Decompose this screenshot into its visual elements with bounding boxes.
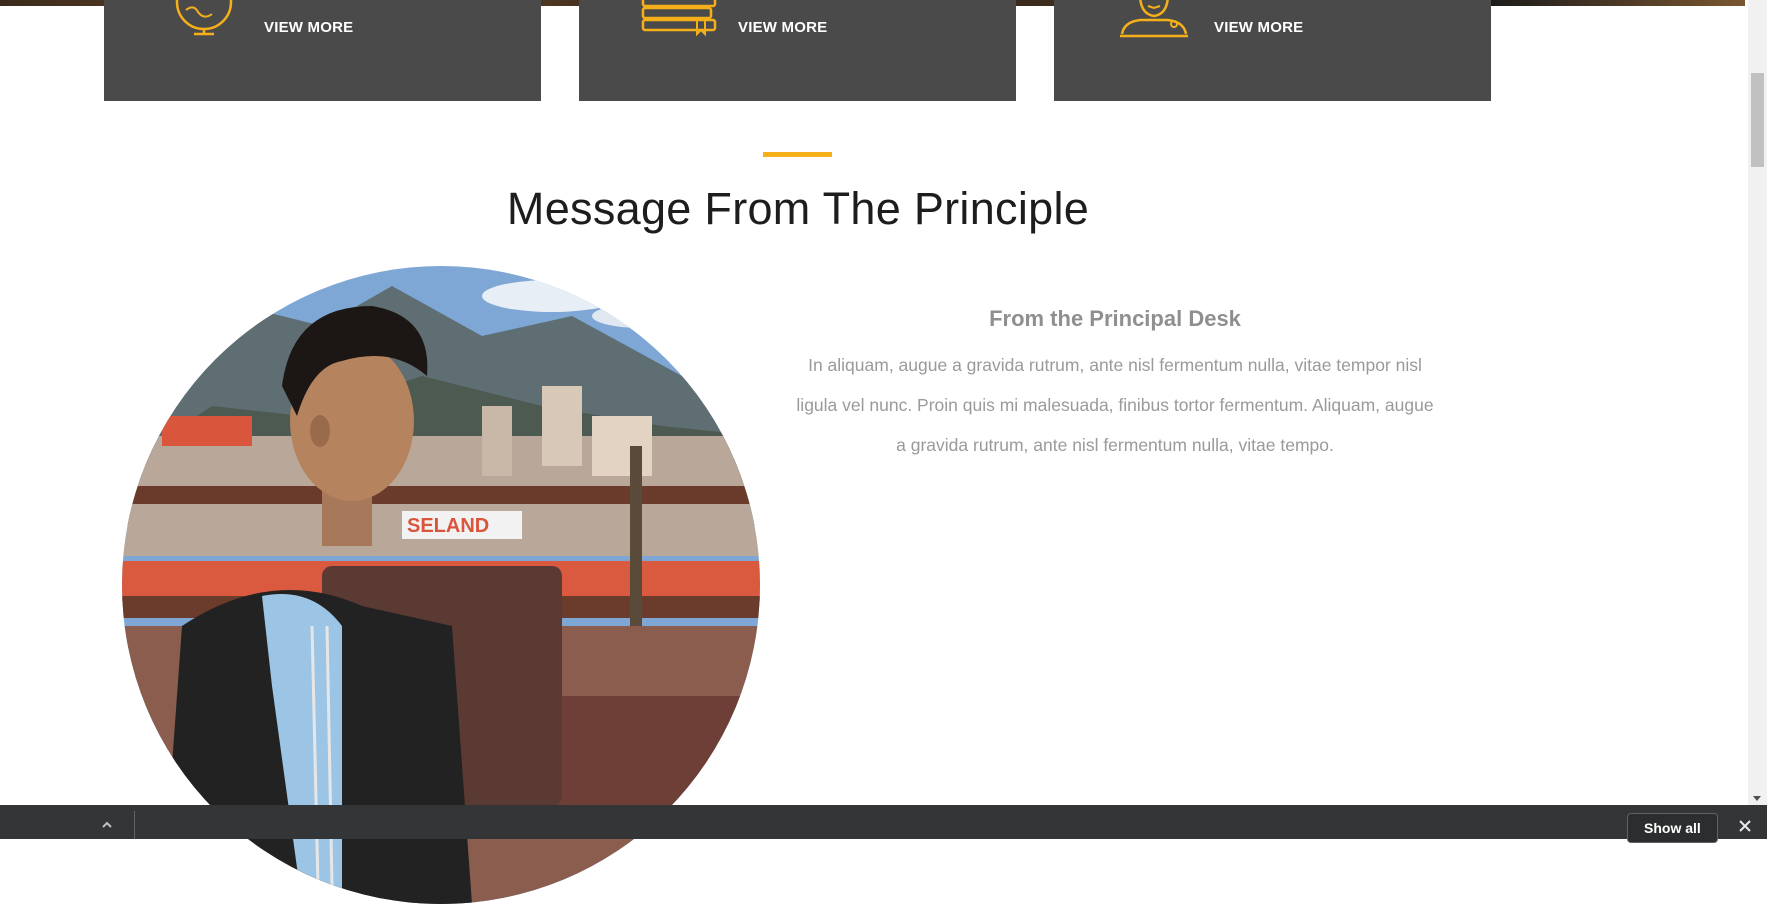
section-title: Message From The Principle [506, 183, 1090, 234]
scroll-down-arrow-icon[interactable] [1753, 796, 1761, 801]
globe-icon [175, 0, 233, 36]
download-bar-separator [134, 811, 135, 839]
section-divider [763, 152, 832, 157]
sign-text: SELAND [407, 515, 489, 537]
feature-card-1: VIEW MORE [104, 0, 541, 101]
vertical-scrollbar[interactable] [1748, 0, 1767, 805]
close-icon[interactable] [1736, 817, 1754, 835]
principal-desk-title: From the Principal Desk [989, 306, 1241, 331]
view-more-link-3[interactable]: VIEW MORE [1214, 19, 1303, 36]
scrollbar-thumb[interactable] [1751, 73, 1764, 167]
view-more-link-2[interactable]: VIEW MORE [738, 19, 827, 36]
feature-card-2: VIEW MORE [579, 0, 1016, 101]
feature-card-3: VIEW MORE [1054, 0, 1491, 101]
download-bar: Show all [0, 805, 1767, 843]
chevron-up-icon[interactable] [100, 818, 114, 832]
view-more-link-1[interactable]: VIEW MORE [264, 19, 353, 36]
teacher-icon [1120, 0, 1188, 38]
principal-message-text: In aliquam, augue a gravida rutrum, ante… [796, 355, 1434, 455]
books-icon [641, 0, 717, 37]
